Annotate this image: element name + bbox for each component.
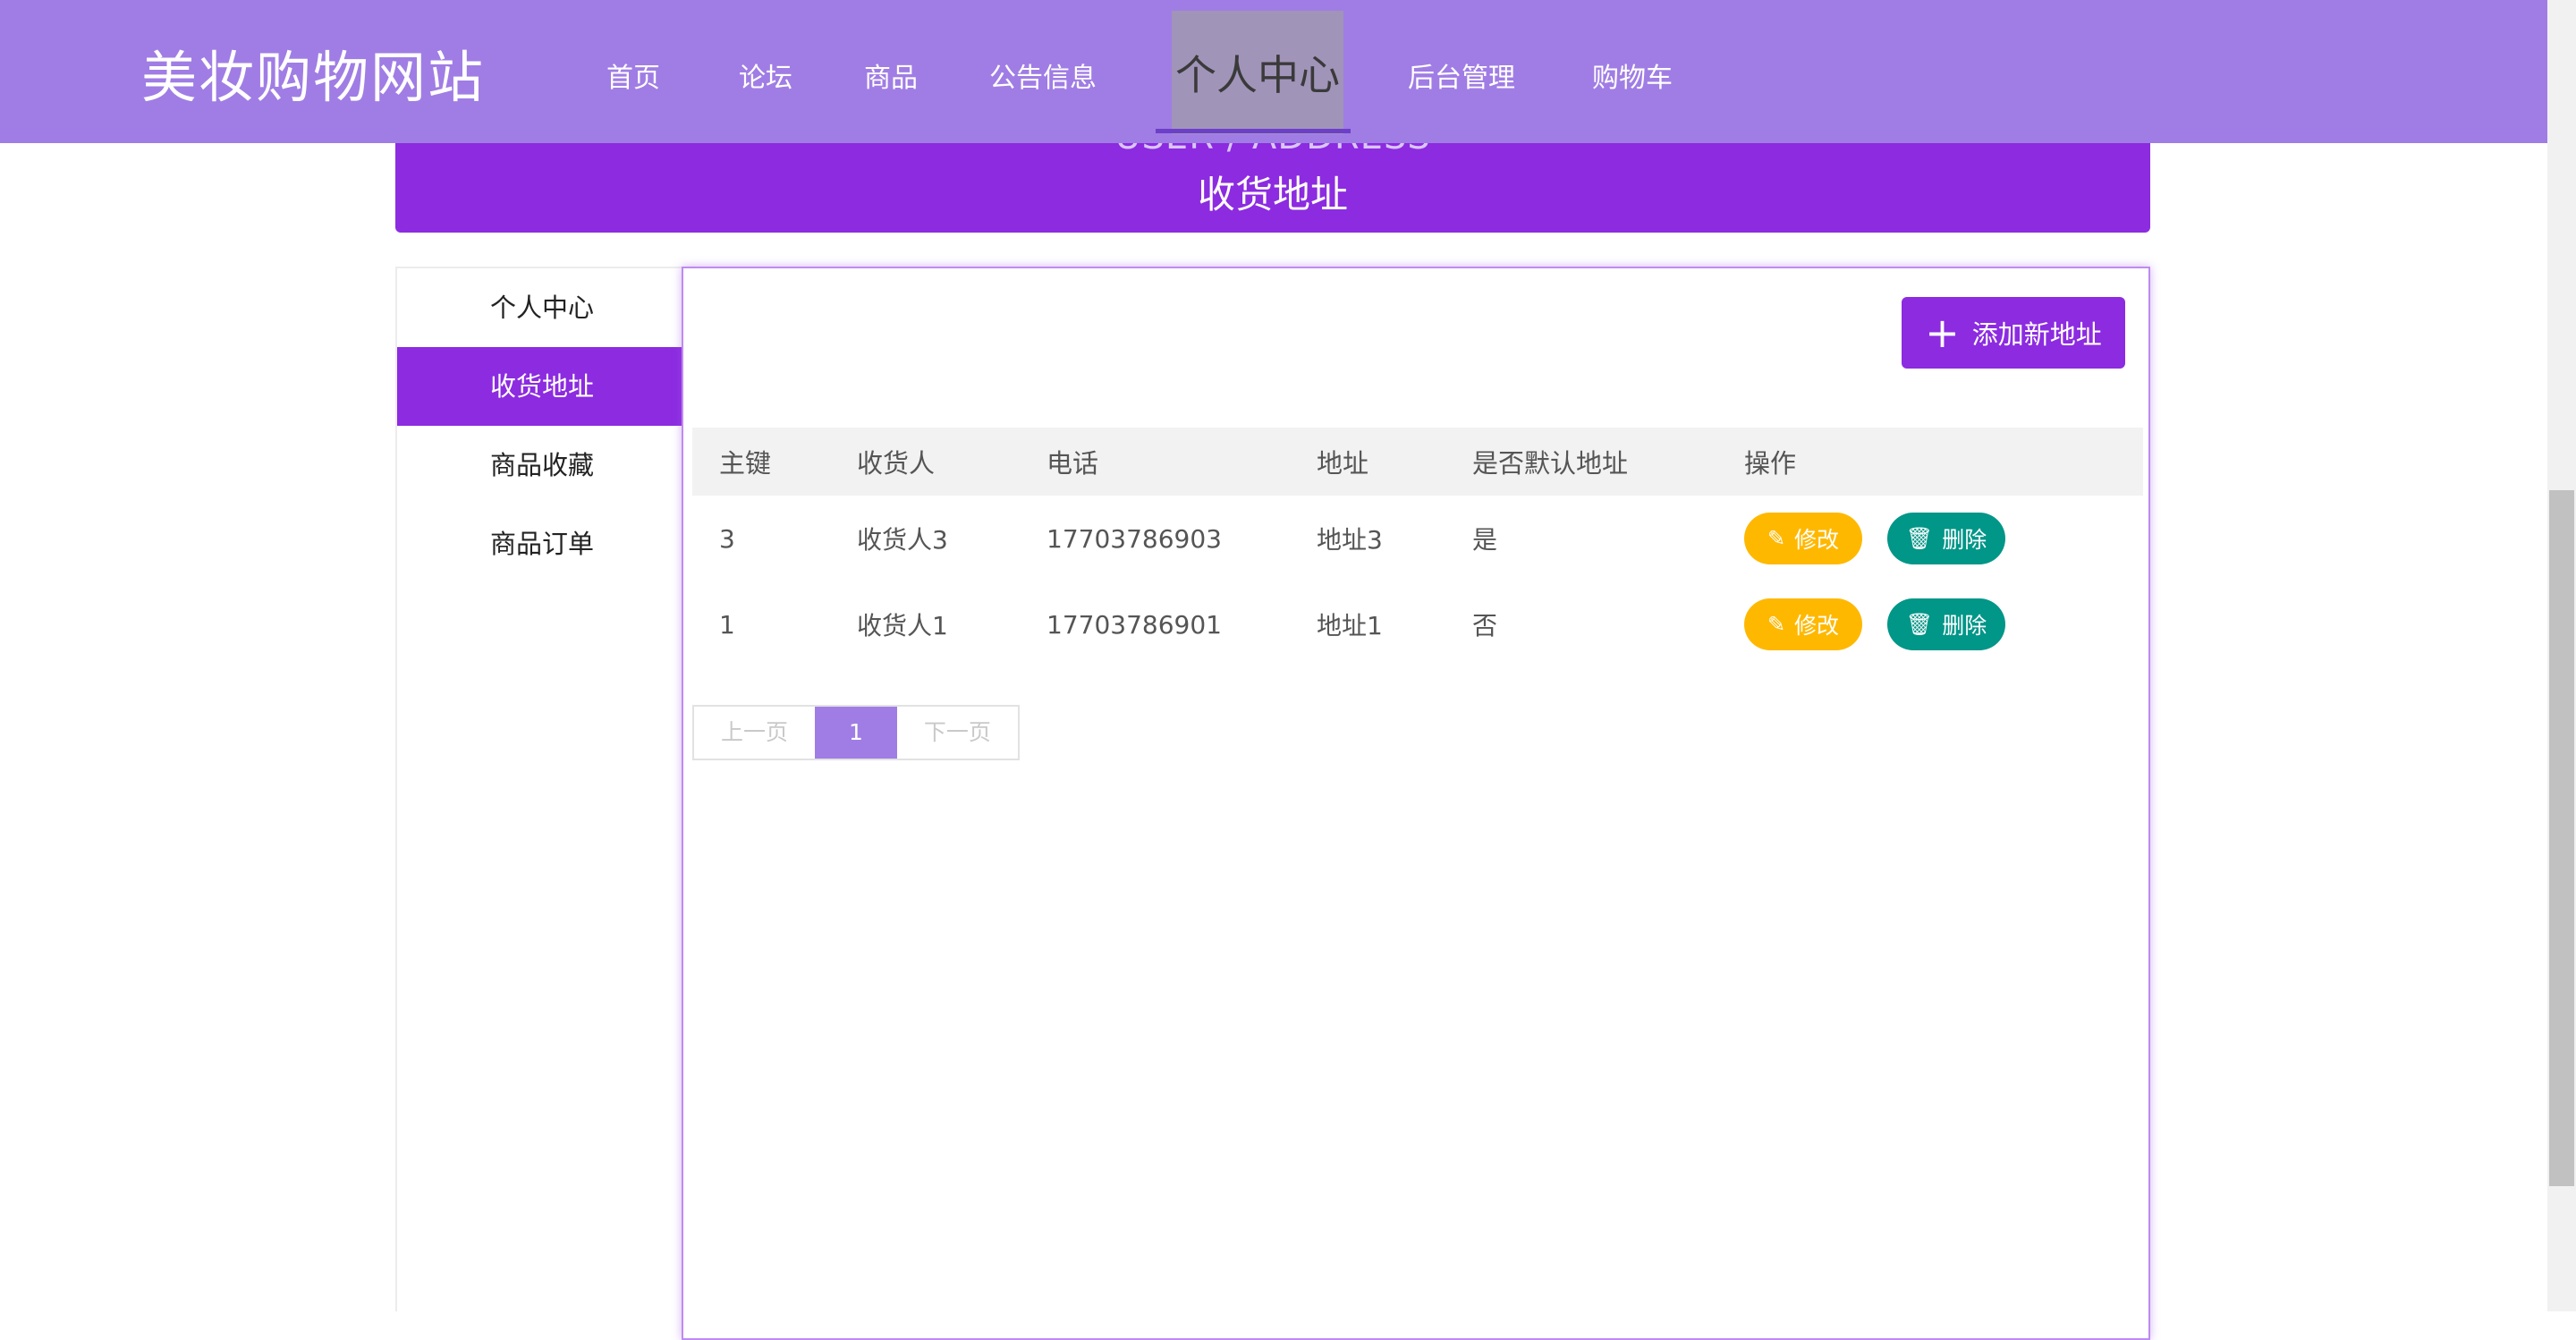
page-banner: USER / ADDRESS 收货地址	[395, 143, 2150, 233]
edit-label: 修改	[1794, 527, 1840, 553]
nav-products[interactable]: 商品	[864, 55, 918, 95]
column-header-name: 收货人	[830, 428, 1020, 496]
column-header-id: 主键	[692, 428, 830, 496]
side-item-orders[interactable]: 商品订单	[397, 505, 683, 583]
nav-active-indicator	[1156, 129, 1351, 133]
cell-actions: ✎ 修改 🗑 删除	[1717, 581, 2143, 667]
column-header-default: 是否默认地址	[1445, 428, 1717, 496]
cell-name: 收货人1	[857, 611, 948, 640]
side-item-favorites[interactable]: 商品收藏	[397, 426, 683, 505]
delete-button[interactable]: 🗑 删除	[1887, 513, 2005, 564]
nav-cart[interactable]: 购物车	[1592, 55, 1673, 95]
add-address-label: 添加新地址	[1971, 319, 2102, 350]
edit-label: 修改	[1794, 613, 1840, 639]
cell-id: 3	[719, 523, 735, 554]
table-header-row: 主键 收货人 电话 地址 是否默认地址 操作	[692, 428, 2143, 496]
cell-name: 收货人3	[857, 525, 948, 555]
pencil-icon: ✎	[1767, 612, 1786, 637]
trash-icon: 🗑	[1905, 526, 1934, 551]
page-title: 收货地址	[1197, 173, 1348, 216]
pencil-icon: ✎	[1767, 526, 1786, 551]
trash-icon: 🗑	[1905, 612, 1934, 637]
column-header-phone: 电话	[1020, 428, 1290, 496]
edit-button[interactable]: ✎ 修改	[1744, 598, 1862, 650]
add-address-button[interactable]: + 添加新地址	[1902, 297, 2125, 369]
nav-announcements[interactable]: 公告信息	[989, 55, 1097, 95]
scrollbar-thumb[interactable]	[2549, 490, 2574, 1186]
cell-address: 地址1	[1317, 611, 1383, 640]
side-menu: 个人中心 收货地址 商品收藏 商品订单	[395, 267, 683, 1311]
address-table: 主键 收货人 电话 地址 是否默认地址 操作 3 收货人3 1770378690…	[692, 428, 2143, 667]
cell-default: 是	[1472, 525, 1498, 555]
side-item-address[interactable]: 收货地址	[397, 347, 683, 426]
cell-default: 否	[1472, 611, 1498, 640]
delete-button[interactable]: 🗑 删除	[1887, 598, 2005, 650]
site-logo[interactable]: 美妆购物网站	[141, 32, 485, 113]
nav-home[interactable]: 首页	[606, 55, 660, 95]
banner-subtitle: USER / ADDRESS	[395, 143, 2150, 157]
current-page[interactable]: 1	[815, 707, 897, 759]
table-row: 1 收货人1 17703786901 地址1 否 ✎ 修改 🗑 删除	[692, 581, 2143, 667]
nav-forum[interactable]: 论坛	[739, 55, 792, 95]
cell-id: 1	[719, 609, 735, 640]
column-header-actions: 操作	[1717, 428, 2143, 496]
pagination: 上一页 1 下一页	[692, 705, 1020, 760]
edit-button[interactable]: ✎ 修改	[1744, 513, 1862, 564]
delete-label: 删除	[1942, 613, 1987, 639]
cell-phone: 17703786903	[1046, 523, 1222, 554]
cell-actions: ✎ 修改 🗑 删除	[1717, 496, 2143, 581]
prev-page-button[interactable]: 上一页	[694, 707, 816, 759]
side-item-user-center[interactable]: 个人中心	[397, 268, 683, 347]
next-page-button[interactable]: 下一页	[896, 707, 1018, 759]
nav-user-center[interactable]: 个人中心	[1172, 11, 1343, 134]
delete-label: 删除	[1942, 527, 1987, 553]
cell-phone: 17703786901	[1046, 609, 1222, 640]
plus-icon: +	[1925, 309, 1960, 357]
top-nav-bar: 美妆购物网站 首页 论坛 商品 公告信息 个人中心 后台管理 购物车	[0, 0, 2547, 143]
column-header-address: 地址	[1290, 428, 1445, 496]
nav-admin[interactable]: 后台管理	[1408, 55, 1515, 95]
address-panel: + 添加新地址 主键 收货人 电话 地址 是否默认地址 操作 3 收货人3 17…	[682, 267, 2150, 1340]
cell-address: 地址3	[1317, 525, 1383, 555]
table-row: 3 收货人3 17703786903 地址3 是 ✎ 修改 🗑 删除	[692, 496, 2143, 581]
